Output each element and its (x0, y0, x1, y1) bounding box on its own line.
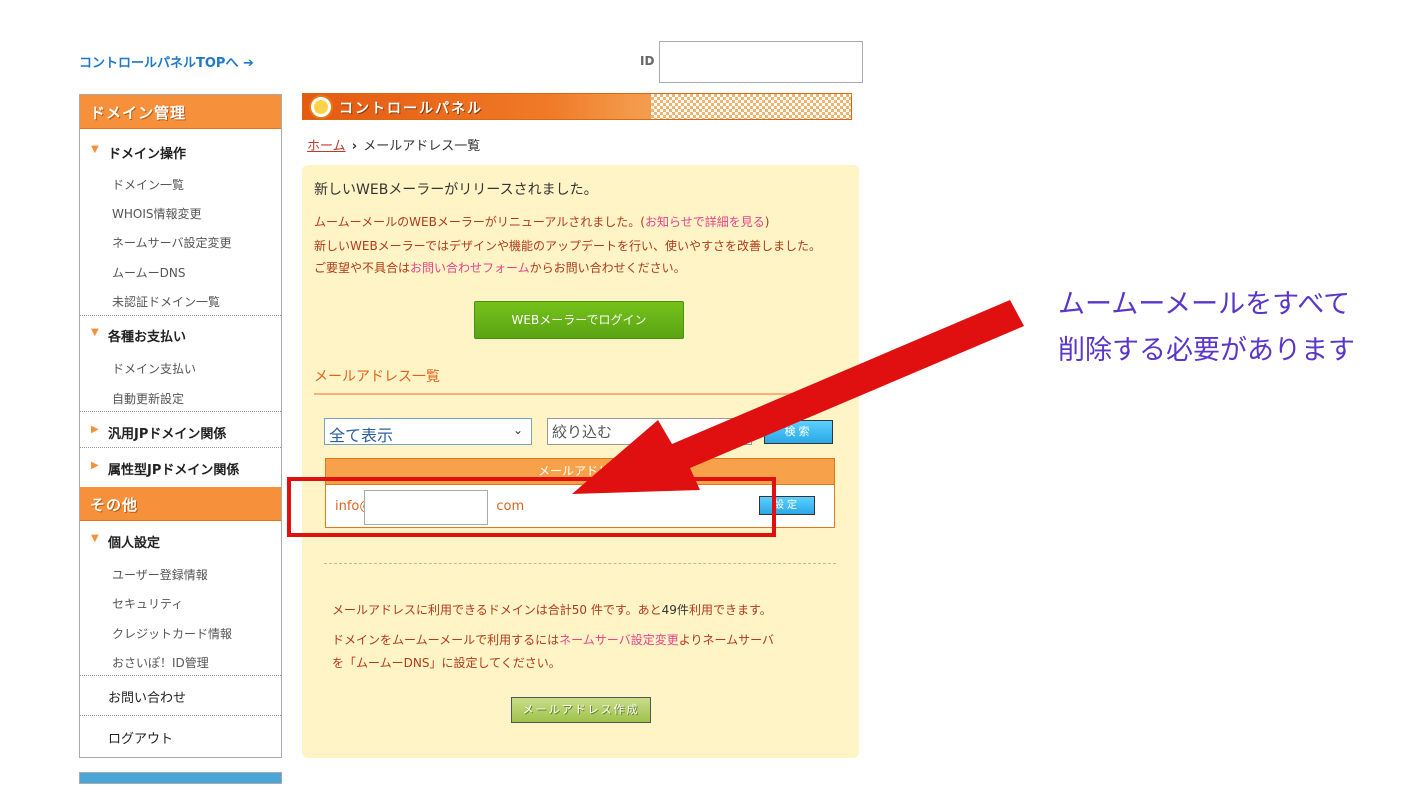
sidebar-section-jp-attr[interactable]: ▶ 属性型JPドメイン関係 (80, 459, 281, 478)
id-label: ID (640, 54, 655, 68)
divider (80, 715, 281, 716)
divider (80, 411, 281, 412)
notice-line-1: ムームーメールのWEBメーラーがリニューアルされました。(お知らせで詳細を見る) (314, 215, 770, 229)
sidebar-item-muumuu-dns[interactable]: ムームーDNS (112, 264, 185, 281)
webmail-login-button[interactable]: WEBメーラーでログイン (474, 301, 684, 339)
create-mail-address-button[interactable]: メールアドレス作成 (511, 697, 651, 723)
breadcrumb: ホーム › メールアドレス一覧 (307, 135, 480, 154)
breadcrumb-home-link[interactable]: ホーム (307, 139, 346, 154)
mail-address-list-heading: メールアドレス一覧 (314, 369, 440, 385)
annotation-line-2: 削除する必要があります (1058, 335, 1355, 366)
triangle-down-icon: ▼ (91, 327, 99, 338)
sidebar-item-domain-payment[interactable]: ドメイン支払い (112, 360, 196, 377)
dashed-divider (324, 563, 836, 564)
sidebar-item-contact[interactable]: お問い合わせ (108, 687, 186, 706)
news-detail-link[interactable]: お知らせで詳細を見る (645, 215, 765, 229)
header-pattern (651, 94, 851, 119)
sidebar-item-security[interactable]: セキュリティ (112, 595, 183, 612)
sidebar-section-payments[interactable]: ▼ 各種お支払い (80, 326, 281, 345)
chevron-down-icon: ⌄ (512, 423, 523, 437)
id-input[interactable] (659, 41, 863, 83)
control-panel-header: コントロールパネル (302, 93, 852, 120)
triangle-down-icon: ▼ (91, 533, 99, 544)
divider (80, 675, 281, 676)
sidebar-section-jp-general[interactable]: ▶ 汎用JPドメイン関係 (80, 423, 281, 442)
sidebar-item-nameserver[interactable]: ネームサーバ設定変更 (112, 234, 232, 251)
domain-management-header: ドメイン管理 (80, 95, 281, 129)
sidebar-banner[interactable] (79, 772, 282, 784)
breadcrumb-separator: › (351, 139, 358, 154)
sidebar-item-logout[interactable]: ログアウト (108, 728, 173, 747)
notice-line-2: 新しいWEBメーラーではデザインや機能のアップデートを行い、使いやすさを改善しま… (314, 239, 821, 253)
sidebar-item-osaipo-id[interactable]: おさいぽ！ID管理 (112, 654, 209, 671)
info-line-1: メールアドレスに利用できるドメインは合計50 件です。あと49件利用できます。 (332, 603, 772, 617)
sidebar-item-auto-renew[interactable]: 自動更新設定 (112, 390, 184, 407)
search-button[interactable]: 検索 (764, 420, 833, 444)
sidebar-section-domain-ops[interactable]: ▼ ドメイン操作 (80, 143, 281, 162)
heading-underline (314, 393, 836, 395)
other-header: その他 (80, 487, 281, 521)
info-line-2: ドメインをムームーメールで利用するにはネームサーバ設定変更よりネームサーバ (332, 633, 774, 647)
sidebar-section-personal[interactable]: ▼ 個人設定 (80, 532, 281, 551)
control-panel-top-link[interactable]: コントロールパネルTOPへ ➔ (79, 52, 254, 71)
control-panel-title: コントロールパネル (339, 101, 483, 117)
annotation-line-1: ムームーメールをすべて (1058, 289, 1351, 320)
filter-select[interactable]: 全て表示 ⌄ (324, 418, 532, 445)
contact-form-link[interactable]: お問い合わせフォーム (410, 261, 530, 275)
notice-title: 新しいWEBメーラーがリリースされました。 (314, 182, 598, 198)
breadcrumb-current: メールアドレス一覧 (363, 139, 481, 154)
triangle-down-icon: ▼ (91, 144, 99, 155)
triangle-right-icon: ▶ (91, 460, 99, 471)
sidebar-item-credit-card[interactable]: クレジットカード情報 (112, 625, 232, 642)
sidebar-item-user-info[interactable]: ユーザー登録情報 (112, 566, 208, 583)
notice-line-3: ご要望や不具合はお問い合わせフォームからお問い合わせください。 (314, 261, 686, 275)
sidebar-item-unverified[interactable]: 未認証ドメイン一覧 (112, 293, 220, 310)
sidebar-item-domain-list[interactable]: ドメイン一覧 (112, 176, 184, 193)
triangle-right-icon: ▶ (91, 424, 99, 435)
nameserver-settings-link[interactable]: ネームサーバ設定変更 (559, 633, 679, 647)
highlight-box (287, 477, 776, 537)
sidebar: ドメイン管理 ▼ ドメイン操作 ドメイン一覧 WHOIS情報変更 ネームサーバ設… (79, 94, 282, 758)
info-line-3: を「ムームーDNS」に設定してください。 (332, 656, 561, 670)
divider (80, 447, 281, 448)
divider (80, 315, 281, 316)
filter-input[interactable]: 絞り込む (547, 418, 752, 445)
gear-icon (311, 97, 331, 117)
sidebar-item-whois[interactable]: WHOIS情報変更 (112, 205, 202, 222)
